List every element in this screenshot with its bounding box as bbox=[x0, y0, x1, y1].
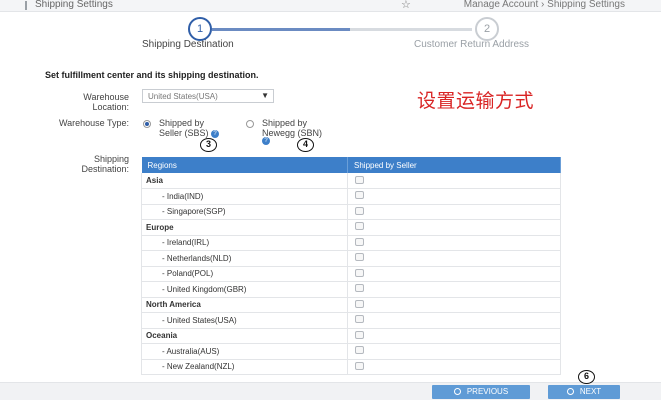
shipped-by-seller-cell bbox=[347, 359, 561, 375]
country-row: - Singapore(SGP) bbox=[141, 204, 561, 220]
country-row: - Ireland(IRL) bbox=[141, 235, 561, 251]
shipped-by-seller-checkbox[interactable] bbox=[355, 299, 364, 308]
country-row: - United Kingdom(GBR) bbox=[141, 281, 561, 298]
step-2-circle: 2 bbox=[475, 17, 499, 41]
step-1-label: Shipping Destination bbox=[142, 39, 234, 50]
country-name: - United Kingdom(GBR) bbox=[141, 281, 348, 298]
chevron-down-icon: ▼ bbox=[261, 91, 269, 100]
country-name: - Poland(POL) bbox=[141, 266, 348, 282]
step-pending-line bbox=[350, 28, 472, 31]
country-name: - Singapore(SGP) bbox=[141, 204, 348, 220]
region-name: North America bbox=[141, 297, 348, 313]
shipped-by-seller-checkbox[interactable] bbox=[355, 284, 364, 293]
breadcrumb-current: Shipping Settings bbox=[547, 0, 625, 10]
country-name: - New Zealand(NZL) bbox=[141, 359, 348, 375]
step-1-circle: 1 bbox=[188, 17, 212, 41]
shipped-by-seller-cell bbox=[347, 204, 561, 220]
shipped-by-seller-checkbox[interactable] bbox=[355, 222, 364, 231]
option-sbn[interactable]: Shipped by Newegg (SBN) bbox=[262, 118, 342, 138]
shipped-by-seller-cell bbox=[347, 328, 561, 344]
next-icon bbox=[566, 388, 574, 395]
option-sbs[interactable]: Shipped by Seller (SBS) ? bbox=[159, 118, 229, 138]
previous-button[interactable]: PREVIOUS bbox=[432, 385, 530, 399]
shipped-by-seller-checkbox[interactable] bbox=[355, 253, 364, 262]
country-name: - United States(USA) bbox=[141, 312, 348, 329]
shipped-by-seller-cell bbox=[347, 219, 561, 236]
region-name: Europe bbox=[141, 219, 348, 236]
shipped-by-seller-cell bbox=[347, 266, 561, 282]
region-name: Oceania bbox=[141, 328, 348, 344]
country-name: - Ireland(IRL) bbox=[141, 235, 348, 251]
previous-button-label: PREVIOUS bbox=[466, 387, 509, 396]
shipped-by-seller-checkbox[interactable] bbox=[355, 268, 364, 277]
warehouse-location-label: Warehouse Location: bbox=[83, 92, 129, 112]
section-title: Set fulfillment center and its shipping … bbox=[45, 70, 259, 80]
shipped-by-seller-cell bbox=[347, 297, 561, 313]
option-sbn-label: Shipped by Newegg (SBN) bbox=[262, 118, 323, 138]
country-row: - Netherlands(NLD) bbox=[141, 250, 561, 267]
shipped-by-seller-checkbox[interactable] bbox=[355, 206, 364, 215]
shipped-by-seller-checkbox[interactable] bbox=[355, 237, 364, 246]
destination-table-body: Asia - India(IND) - Singapore(SGP) Europe - … bbox=[141, 173, 561, 375]
table-header-row: Regions Shipped by Seller bbox=[141, 157, 561, 173]
callout-marker-3: 3 bbox=[200, 138, 217, 152]
shipped-by-seller-checkbox[interactable] bbox=[355, 346, 364, 355]
header-marker bbox=[25, 1, 27, 10]
shipped-by-seller-cell bbox=[347, 281, 561, 298]
top-bar: Shipping Settings ☆ Manage Account › Shi… bbox=[0, 0, 661, 12]
breadcrumb: Manage Account › Shipping Settings bbox=[464, 0, 625, 10]
step-2-label: Customer Return Address bbox=[414, 39, 530, 50]
column-header-shipped-by-seller: Shipped by Seller bbox=[347, 157, 561, 173]
country-name: - Netherlands(NLD) bbox=[141, 250, 348, 267]
callout-marker-6: 6 bbox=[578, 370, 595, 384]
shipping-destination-label: Shipping Destination: bbox=[81, 154, 129, 174]
shipped-by-seller-checkbox[interactable] bbox=[355, 330, 364, 339]
step-progress-line bbox=[212, 28, 350, 31]
help-icon[interactable]: ? bbox=[211, 129, 220, 138]
breadcrumb-parent[interactable]: Manage Account bbox=[464, 0, 539, 10]
breadcrumb-separator: › bbox=[541, 0, 545, 10]
option-sbs-label: Shipped by Seller (SBS) bbox=[159, 118, 209, 138]
warehouse-type-label: Warehouse Type: bbox=[58, 118, 129, 128]
country-row: - United States(USA) bbox=[141, 312, 561, 329]
country-row: - India(IND) bbox=[141, 188, 561, 205]
shipped-by-seller-cell bbox=[347, 235, 561, 251]
shipped-by-seller-cell bbox=[347, 343, 561, 360]
country-row: - Poland(POL) bbox=[141, 266, 561, 282]
destination-table: Regions Shipped by Seller Asia - India(IN… bbox=[141, 157, 561, 375]
shipped-by-seller-cell bbox=[347, 312, 561, 329]
shipped-by-seller-checkbox[interactable] bbox=[355, 315, 364, 324]
shipped-by-seller-cell bbox=[347, 250, 561, 267]
callout-marker-4: 4 bbox=[297, 138, 314, 152]
shipped-by-seller-checkbox[interactable] bbox=[355, 361, 364, 370]
warehouse-location-select[interactable]: United States(USA) ▼ bbox=[142, 89, 274, 103]
help-icon[interactable]: ? bbox=[262, 137, 270, 145]
annotation-text: 设置运输方式 bbox=[417, 90, 535, 112]
region-row: Asia bbox=[141, 173, 561, 189]
step-indicator: 1 2 Shipping Destination Customer Return… bbox=[0, 16, 661, 56]
region-name: Asia bbox=[141, 173, 348, 189]
shipped-by-seller-checkbox[interactable] bbox=[355, 191, 364, 200]
region-row: Europe bbox=[141, 219, 561, 236]
previous-icon bbox=[453, 388, 461, 395]
column-header-regions: Regions bbox=[141, 157, 348, 173]
country-name: - India(IND) bbox=[141, 188, 348, 205]
country-name: - Australia(AUS) bbox=[141, 343, 348, 360]
shipped-by-seller-checkbox[interactable] bbox=[355, 175, 364, 184]
star-icon[interactable]: ☆ bbox=[401, 0, 411, 11]
next-button-label: NEXT bbox=[579, 387, 602, 396]
shipped-by-seller-cell bbox=[347, 188, 561, 205]
country-row: - New Zealand(NZL) bbox=[141, 359, 561, 375]
country-row: - Australia(AUS) bbox=[141, 343, 561, 360]
shipped-by-seller-cell bbox=[347, 173, 561, 189]
warehouse-location-value: United States(USA) bbox=[148, 92, 218, 101]
page-title: Shipping Settings bbox=[35, 0, 113, 10]
next-button[interactable]: NEXT bbox=[548, 385, 620, 399]
region-row: Oceania bbox=[141, 328, 561, 344]
radio-sbs[interactable] bbox=[143, 120, 151, 128]
radio-sbn[interactable] bbox=[246, 120, 254, 128]
region-row: North America bbox=[141, 297, 561, 313]
